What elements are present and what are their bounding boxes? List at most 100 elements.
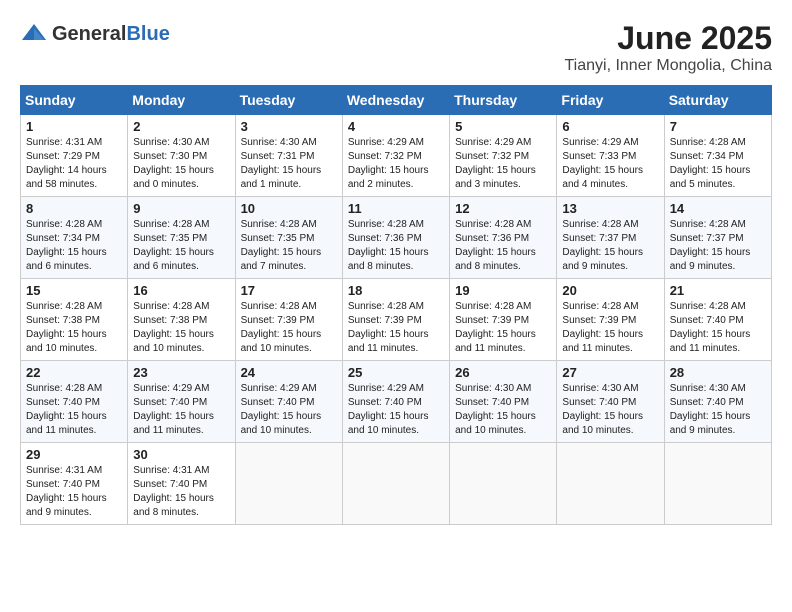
day-number: 21 [670,283,766,298]
day-info: Sunrise: 4:31 AMSunset: 7:40 PMDaylight:… [26,465,107,518]
table-row: 26 Sunrise: 4:30 AMSunset: 7:40 PMDayligh… [450,361,557,443]
day-number: 22 [26,365,122,380]
day-info: Sunrise: 4:28 AMSunset: 7:40 PMDaylight:… [26,383,107,436]
table-row: 16 Sunrise: 4:28 AMSunset: 7:38 PMDayligh… [128,279,235,361]
calendar-week-row: 15 Sunrise: 4:28 AMSunset: 7:38 PMDayligh… [21,279,772,361]
day-info: Sunrise: 4:30 AMSunset: 7:31 PMDaylight:… [241,137,322,190]
table-row [450,443,557,525]
table-row: 23Sunrise: 4:29 AMSunset: 7:40 PMDayligh… [128,361,235,443]
table-row: 10 Sunrise: 4:28 AMSunset: 7:35 PMDayligh… [235,197,342,279]
logo-blue: Blue [126,23,169,45]
table-row: 11 Sunrise: 4:28 AMSunset: 7:36 PMDayligh… [342,197,449,279]
day-info: Sunrise: 4:28 AMSunset: 7:38 PMDaylight:… [133,301,214,354]
day-number: 20 [562,283,658,298]
day-info: Sunrise: 4:30 AMSunset: 7:40 PMDaylight:… [562,383,643,436]
table-row: 9 Sunrise: 4:28 AMSunset: 7:35 PMDaylight… [128,197,235,279]
day-number: 24 [241,365,337,380]
table-row: 22 Sunrise: 4:28 AMSunset: 7:40 PMDayligh… [21,361,128,443]
day-number: 25 [348,365,444,380]
calendar-week-row: 29 Sunrise: 4:31 AMSunset: 7:40 PMDayligh… [21,443,772,525]
col-tuesday: Tuesday [235,86,342,115]
day-info: Sunrise: 4:28 AMSunset: 7:37 PMDaylight:… [670,219,751,272]
day-info: Sunrise: 4:28 AMSunset: 7:39 PMDaylight:… [562,301,643,354]
day-number: 10 [241,201,337,216]
table-row: 30 Sunrise: 4:31 AMSunset: 7:40 PMDayligh… [128,443,235,525]
day-info: Sunrise: 4:28 AMSunset: 7:40 PMDaylight:… [670,301,751,354]
table-row: 3 Sunrise: 4:30 AMSunset: 7:31 PMDaylight… [235,115,342,197]
table-row: 18 Sunrise: 4:28 AMSunset: 7:39 PMDayligh… [342,279,449,361]
day-number: 15 [26,283,122,298]
day-number: 11 [348,201,444,216]
day-number: 28 [670,365,766,380]
day-number: 17 [241,283,337,298]
day-info: Sunrise: 4:29 AMSunset: 7:40 PMDaylight:… [133,383,214,436]
day-number: 26 [455,365,551,380]
location: Tianyi, Inner Mongolia, China [564,57,772,75]
day-number: 2 [133,119,229,134]
day-number: 5 [455,119,551,134]
table-row: 28 Sunrise: 4:30 AMSunset: 7:40 PMDayligh… [664,361,771,443]
calendar-week-row: 8Sunrise: 4:28 AMSunset: 7:34 PMDaylight… [21,197,772,279]
day-info: Sunrise: 4:29 AMSunset: 7:40 PMDaylight:… [241,383,322,436]
calendar-week-row: 22 Sunrise: 4:28 AMSunset: 7:40 PMDayligh… [21,361,772,443]
day-info: Sunrise: 4:29 AMSunset: 7:32 PMDaylight:… [348,137,429,190]
day-info: Sunrise: 4:30 AMSunset: 7:40 PMDaylight:… [670,383,751,436]
col-monday: Monday [128,86,235,115]
table-row: 17 Sunrise: 4:28 AMSunset: 7:39 PMDayligh… [235,279,342,361]
table-row: 13Sunrise: 4:28 AMSunset: 7:37 PMDayligh… [557,197,664,279]
day-number: 19 [455,283,551,298]
day-info: Sunrise: 4:31 AMSunset: 7:29 PMDaylight:… [26,137,107,190]
day-info: Sunrise: 4:28 AMSunset: 7:38 PMDaylight:… [26,301,107,354]
table-row [664,443,771,525]
table-row: 2 Sunrise: 4:30 AMSunset: 7:30 PMDaylight… [128,115,235,197]
table-row: 4 Sunrise: 4:29 AMSunset: 7:32 PMDaylight… [342,115,449,197]
day-info: Sunrise: 4:28 AMSunset: 7:36 PMDaylight:… [455,219,536,272]
day-info: Sunrise: 4:28 AMSunset: 7:35 PMDaylight:… [241,219,322,272]
day-info: Sunrise: 4:28 AMSunset: 7:36 PMDaylight:… [348,219,429,272]
day-number: 3 [241,119,337,134]
table-row: 12Sunrise: 4:28 AMSunset: 7:36 PMDayligh… [450,197,557,279]
day-number: 30 [133,447,229,462]
day-info: Sunrise: 4:28 AMSunset: 7:37 PMDaylight:… [562,219,643,272]
day-number: 18 [348,283,444,298]
day-info: Sunrise: 4:28 AMSunset: 7:39 PMDaylight:… [455,301,536,354]
calendar-week-row: 1 Sunrise: 4:31 AMSunset: 7:29 PMDaylight… [21,115,772,197]
day-number: 7 [670,119,766,134]
table-row: 5 Sunrise: 4:29 AMSunset: 7:32 PMDaylight… [450,115,557,197]
month-year: June 2025 [564,20,772,57]
day-info: Sunrise: 4:31 AMSunset: 7:40 PMDaylight:… [133,465,214,518]
day-number: 14 [670,201,766,216]
table-row: 7 Sunrise: 4:28 AMSunset: 7:34 PMDaylight… [664,115,771,197]
logo-icon [20,20,48,48]
table-row: 25 Sunrise: 4:29 AMSunset: 7:40 PMDayligh… [342,361,449,443]
day-info: Sunrise: 4:29 AMSunset: 7:33 PMDaylight:… [562,137,643,190]
table-row: 14 Sunrise: 4:28 AMSunset: 7:37 PMDayligh… [664,197,771,279]
logo-general: General [52,23,126,45]
calendar-table: Sunday Monday Tuesday Wednesday Thursday… [20,85,772,525]
day-info: Sunrise: 4:28 AMSunset: 7:39 PMDaylight:… [348,301,429,354]
col-friday: Friday [557,86,664,115]
day-info: Sunrise: 4:30 AMSunset: 7:40 PMDaylight:… [455,383,536,436]
table-row: 29 Sunrise: 4:31 AMSunset: 7:40 PMDayligh… [21,443,128,525]
table-row [235,443,342,525]
table-row: 24 Sunrise: 4:29 AMSunset: 7:40 PMDayligh… [235,361,342,443]
day-number: 4 [348,119,444,134]
table-row: 27 Sunrise: 4:30 AMSunset: 7:40 PMDayligh… [557,361,664,443]
day-number: 16 [133,283,229,298]
table-row: 19 Sunrise: 4:28 AMSunset: 7:39 PMDayligh… [450,279,557,361]
title-block: June 2025 Tianyi, Inner Mongolia, China [564,20,772,75]
col-saturday: Saturday [664,86,771,115]
day-info: Sunrise: 4:28 AMSunset: 7:39 PMDaylight:… [241,301,322,354]
day-info: Sunrise: 4:29 AMSunset: 7:40 PMDaylight:… [348,383,429,436]
day-number: 27 [562,365,658,380]
day-info: Sunrise: 4:29 AMSunset: 7:32 PMDaylight:… [455,137,536,190]
day-number: 1 [26,119,122,134]
day-info: Sunrise: 4:28 AMSunset: 7:35 PMDaylight:… [133,219,214,272]
col-thursday: Thursday [450,86,557,115]
day-number: 29 [26,447,122,462]
day-number: 9 [133,201,229,216]
day-info: Sunrise: 4:28 AMSunset: 7:34 PMDaylight:… [670,137,751,190]
table-row [557,443,664,525]
day-info: Sunrise: 4:30 AMSunset: 7:30 PMDaylight:… [133,137,214,190]
table-row: 15 Sunrise: 4:28 AMSunset: 7:38 PMDayligh… [21,279,128,361]
